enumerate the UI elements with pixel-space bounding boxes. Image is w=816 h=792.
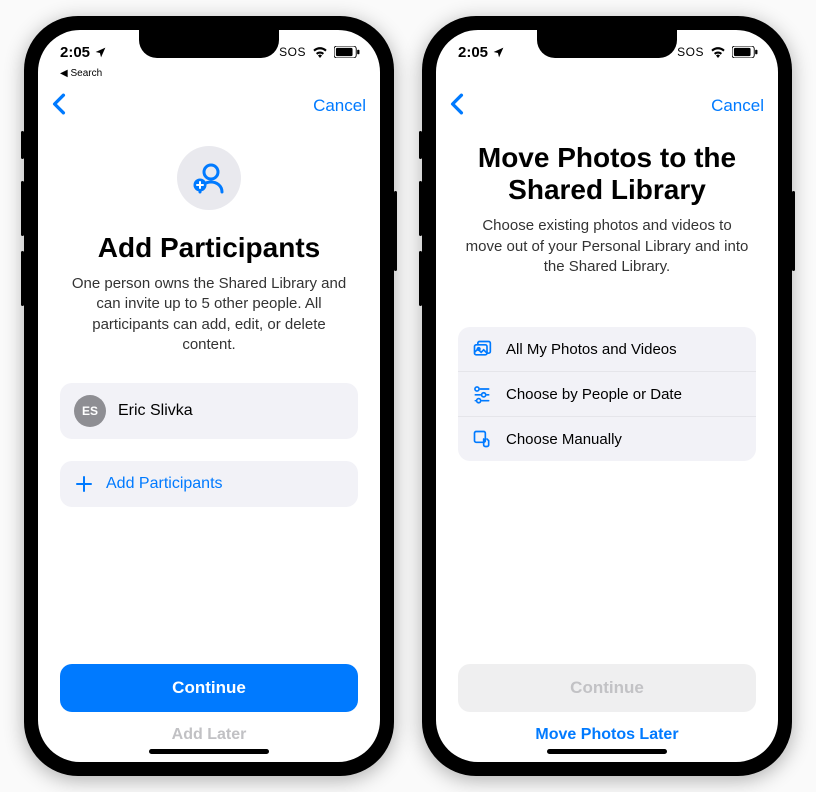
- home-indicator[interactable]: [547, 749, 667, 754]
- chevron-left-icon: [52, 93, 66, 115]
- filter-icon: [472, 384, 492, 404]
- battery-icon: [334, 46, 360, 58]
- page-subtitle: Choose existing photos and videos to mov…: [462, 216, 752, 277]
- sos-indicator: SOS: [677, 45, 704, 59]
- cancel-button[interactable]: Cancel: [313, 96, 366, 116]
- back-button[interactable]: [450, 93, 464, 120]
- home-indicator[interactable]: [149, 749, 269, 754]
- add-later-button[interactable]: Add Later: [60, 712, 358, 762]
- owner-row: ES Eric Slivka: [60, 383, 358, 439]
- option-label: Choose by People or Date: [506, 386, 682, 403]
- option-manual[interactable]: Choose Manually: [458, 416, 756, 461]
- status-time: 2:05: [60, 44, 90, 61]
- plus-icon: [76, 476, 92, 492]
- avatar: ES: [74, 395, 106, 427]
- option-label: Choose Manually: [506, 431, 622, 448]
- add-participants-label: Add Participants: [106, 475, 223, 493]
- location-icon: [94, 46, 107, 59]
- hand-select-icon: [472, 429, 492, 449]
- hero-icon-container: [177, 146, 241, 210]
- move-later-button[interactable]: Move Photos Later: [458, 712, 756, 762]
- move-options-list: All My Photos and Videos Choose by Peopl…: [458, 327, 756, 461]
- photos-stack-icon: [472, 339, 492, 359]
- nav-bar: Cancel: [436, 84, 778, 128]
- nav-bar: Cancel: [38, 84, 380, 128]
- page-title: Move Photos to the Shared Library: [458, 142, 756, 206]
- status-time: 2:05: [458, 44, 488, 61]
- option-all-photos[interactable]: All My Photos and Videos: [458, 327, 756, 371]
- add-participants-button[interactable]: Add Participants: [60, 461, 358, 507]
- wifi-icon: [312, 46, 328, 58]
- battery-icon: [732, 46, 758, 58]
- back-to-app[interactable]: ◀︎ Search: [60, 68, 102, 79]
- location-icon: [492, 46, 505, 59]
- sos-indicator: SOS: [279, 45, 306, 59]
- option-label: All My Photos and Videos: [506, 341, 677, 358]
- chevron-left-icon: [450, 93, 464, 115]
- notch: [537, 30, 677, 58]
- continue-button-disabled: Continue: [458, 664, 756, 712]
- page-title: Add Participants: [98, 232, 320, 264]
- phone-frame-left: 2:05 ◀︎ Search SOS Cancel: [24, 16, 394, 776]
- option-people-date[interactable]: Choose by People or Date: [458, 371, 756, 416]
- notch: [139, 30, 279, 58]
- owner-name: Eric Slivka: [118, 402, 193, 420]
- add-person-icon: [191, 160, 227, 196]
- page-subtitle: One person owns the Shared Library and c…: [64, 274, 354, 355]
- wifi-icon: [710, 46, 726, 58]
- cancel-button[interactable]: Cancel: [711, 96, 764, 116]
- phone-frame-right: 2:05 SOS Cancel Move Photos to the Share…: [422, 16, 792, 776]
- back-button[interactable]: [52, 93, 66, 120]
- continue-button[interactable]: Continue: [60, 664, 358, 712]
